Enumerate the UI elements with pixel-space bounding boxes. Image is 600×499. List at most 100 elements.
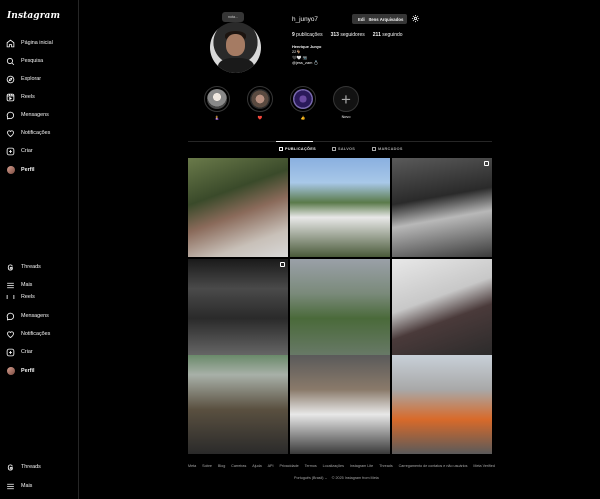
sidebar-item-messages[interactable]: Mensagens	[6, 310, 49, 322]
avatar	[6, 367, 15, 376]
post-thumbnail[interactable]	[188, 158, 288, 257]
footer-link[interactable]: Meta Verified	[473, 464, 495, 468]
post-thumbnail[interactable]	[290, 355, 390, 454]
footer-link[interactable]: Localizações	[323, 464, 344, 468]
sidebar-item-home[interactable]: Página inicial	[6, 37, 53, 49]
highlight-item[interactable]: ❤️	[245, 86, 275, 120]
sidebar-item-label: Threads	[21, 464, 41, 470]
messenger-icon	[6, 312, 15, 321]
reels-icon	[6, 295, 15, 299]
post-thumbnail[interactable]	[290, 158, 390, 257]
sidebar-item-label: Perfil	[21, 167, 35, 173]
sidebar-item-explore[interactable]: Explorar	[6, 73, 41, 85]
footer-link[interactable]: Instagram Lite	[350, 464, 373, 468]
post-thumbnail[interactable]	[188, 259, 288, 358]
sidebar-item-profile[interactable]: Perfil	[6, 365, 34, 377]
sidebar-item-notifications[interactable]: Notificações	[6, 127, 50, 139]
footer-link[interactable]: Carregamento de contatos e não usuários	[399, 464, 468, 468]
posts-count: 9 publicações	[292, 32, 323, 38]
archive-button[interactable]: Itens Arquivados	[365, 14, 407, 24]
sidebar-item-label: Notificações	[21, 331, 51, 337]
gear-icon	[411, 10, 420, 28]
highlight-label: 🤱	[214, 116, 220, 120]
sidebar-item-notifications[interactable]: Notificações	[6, 328, 50, 340]
highlight-label: ❤️	[257, 116, 263, 120]
carousel-icon	[280, 262, 285, 267]
search-icon	[6, 57, 15, 66]
sidebar-item-reels[interactable]: Reels	[6, 91, 35, 103]
profile-stats: 9 publicações 313 seguidores 211 seguind…	[292, 32, 403, 38]
sidebar-item-messages[interactable]: Mensagens	[6, 109, 49, 121]
tag-icon	[372, 147, 376, 151]
profile-picture[interactable]	[210, 22, 261, 73]
highlight-item[interactable]: 👍	[288, 86, 318, 120]
sidebar-item-label: Reels	[21, 294, 35, 300]
footer-link[interactable]: Privacidade	[279, 464, 298, 468]
highlight-item[interactable]: 🤱	[202, 86, 232, 120]
threads-icon	[6, 463, 15, 472]
heart-icon	[6, 330, 15, 339]
sidebar-item-label: Página inicial	[21, 40, 53, 46]
sidebar-item-label: Pesquisa	[21, 58, 44, 64]
plus-square-icon	[6, 348, 15, 357]
new-highlight-button[interactable]: + Novo	[331, 86, 361, 119]
tab-posts[interactable]: PUBLICAÇÕES	[279, 147, 316, 151]
followers-count[interactable]: 313 seguidores	[331, 32, 365, 38]
post-thumbnail[interactable]	[392, 355, 492, 454]
post-thumbnail[interactable]	[392, 259, 492, 358]
profile-bio: Henrique Junyo 22🐐 🖤🤍 📷 @jess_zam 💍	[292, 44, 321, 66]
footer-link[interactable]: Sobre	[202, 464, 212, 468]
sidebar-item-profile[interactable]: Perfil	[6, 164, 34, 176]
compass-icon	[6, 75, 15, 84]
sidebar: Instagram Página inicial Pesquisa Explor…	[0, 0, 79, 499]
sidebar-item-label: Perfil	[21, 368, 35, 374]
tab-tagged[interactable]: MARCADOS	[372, 147, 403, 151]
carousel-icon	[484, 161, 489, 166]
plus-icon: +	[341, 89, 351, 109]
footer-link[interactable]: Threads	[379, 464, 393, 468]
post-thumbnail[interactable]	[188, 355, 288, 454]
messenger-icon	[6, 111, 15, 120]
note-bubble[interactable]: nota...	[222, 12, 244, 22]
sidebar-item-label: Mensagens	[21, 313, 49, 319]
sidebar-item-create[interactable]: Criar	[6, 145, 33, 157]
footer-link[interactable]: Termos	[305, 464, 317, 468]
bookmark-icon	[332, 147, 336, 151]
footer-links: Meta Sobre Blog Carreiras Ajuda API Priv…	[188, 464, 495, 468]
copyright: © 2025 Instagram from Meta	[331, 476, 379, 480]
footer-link[interactable]: Blog	[218, 464, 225, 468]
footer-link[interactable]: API	[268, 464, 274, 468]
avatar	[6, 166, 15, 175]
sidebar-item-threads[interactable]: Threads	[6, 261, 41, 273]
home-icon	[6, 39, 15, 48]
tab-saved[interactable]: SALVOS	[332, 147, 355, 151]
sidebar-item-label: Mensagens	[21, 112, 49, 118]
following-count[interactable]: 211 seguindo	[373, 32, 403, 38]
sidebar-item-more[interactable]: Mais	[6, 279, 32, 291]
sidebar-item-label: Explorar	[21, 76, 42, 82]
post-thumbnail[interactable]	[290, 259, 390, 358]
sidebar-item-threads[interactable]: Threads	[6, 461, 41, 473]
highlight-label: 👍	[300, 116, 306, 120]
footer-link[interactable]: Carreiras	[231, 464, 246, 468]
tabs-divider	[188, 141, 492, 142]
sidebar-item-search[interactable]: Pesquisa	[6, 55, 43, 67]
sidebar-item-label: Reels	[21, 94, 35, 100]
bio-mention-link[interactable]: @jess_zam 💍	[292, 60, 321, 65]
sidebar-item-more[interactable]: Mais	[6, 480, 32, 492]
settings-button[interactable]	[410, 14, 420, 24]
footer-link[interactable]: Ajuda	[252, 464, 261, 468]
sidebar-item-create[interactable]: Criar	[6, 346, 33, 358]
footer-link[interactable]: Meta	[188, 464, 196, 468]
post-thumbnail[interactable]	[392, 158, 492, 257]
sidebar-item-reels[interactable]: Reels	[6, 292, 35, 302]
profile-main: nota... h_junyo7 Editar perfil Itens Arq…	[80, 0, 600, 499]
sidebar-item-label: Notificações	[21, 130, 51, 136]
language-select[interactable]: Português (Brasil) ⌄	[294, 476, 328, 480]
instagram-logo[interactable]: Instagram	[7, 11, 60, 21]
sidebar-item-label: Mais	[21, 282, 33, 288]
sidebar-item-label: Threads	[21, 264, 41, 270]
reels-icon	[6, 93, 15, 102]
plus-square-icon	[6, 147, 15, 156]
threads-icon	[6, 263, 15, 272]
